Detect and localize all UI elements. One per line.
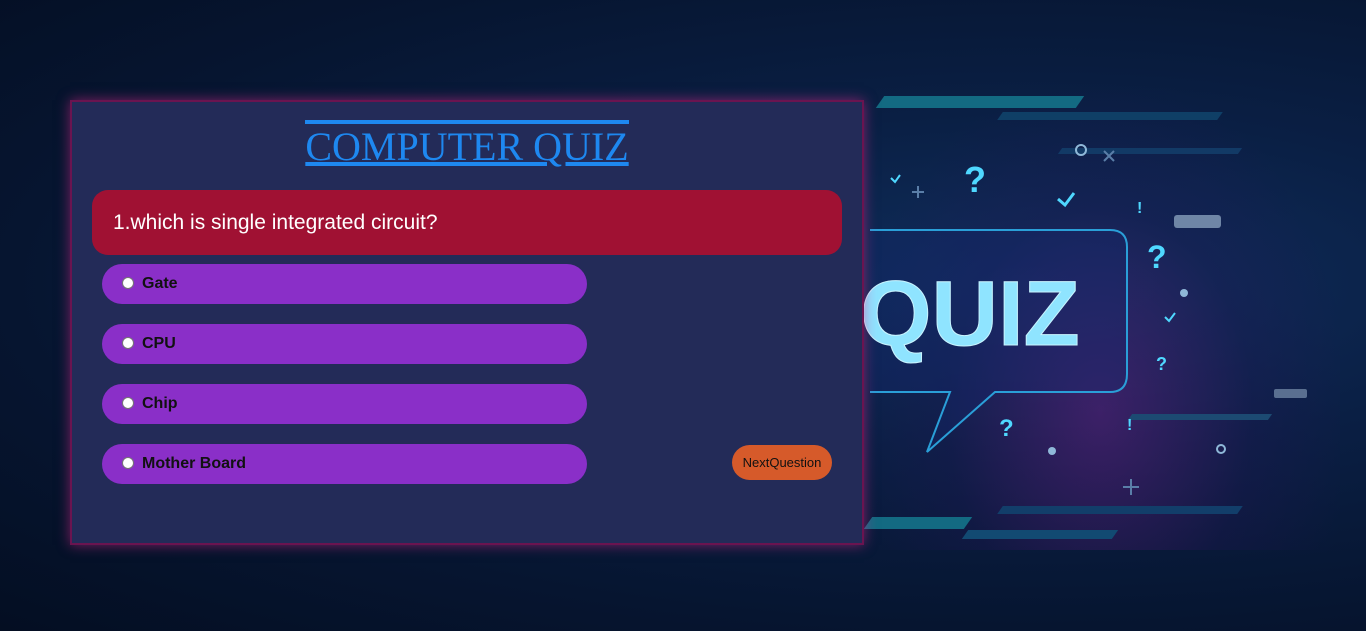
option-label: Chip [142, 395, 178, 412]
option-mother-board[interactable]: Mother Board [102, 444, 587, 484]
check-icon [1057, 192, 1076, 208]
question-mark-icon: ? [999, 415, 1014, 442]
title-wrap: COMPUTER QUIZ [72, 120, 862, 167]
check-icon [890, 174, 901, 184]
question-mark-icon: ? [1156, 354, 1167, 374]
quiz-card: COMPUTER QUIZ 1.which is single integrat… [70, 100, 864, 545]
next-question-button[interactable]: NextQuestion [732, 445, 832, 480]
dot-icon [1180, 289, 1188, 297]
cross-icon [1103, 150, 1115, 162]
plus-icon [912, 186, 924, 198]
option-cpu[interactable]: CPU [102, 324, 587, 364]
option-label: CPU [142, 335, 176, 352]
quiz-word: QUIZ [860, 263, 1080, 365]
plus-icon [1123, 479, 1139, 495]
ring-icon [1075, 144, 1087, 156]
option-gate[interactable]: Gate [102, 264, 587, 304]
option-chip[interactable]: Chip [102, 384, 587, 424]
radio-button[interactable] [122, 277, 134, 289]
exclamation-icon: ! [1137, 200, 1142, 217]
check-icon [1164, 312, 1176, 323]
question-mark-icon: ? [1147, 239, 1167, 275]
radio-button[interactable] [122, 337, 134, 349]
exclamation-icon: ! [1127, 417, 1132, 434]
option-label: Gate [142, 275, 178, 292]
question-mark-icon: ? [964, 159, 986, 200]
dot-icon [1048, 447, 1056, 455]
question-text: 1.which is single integrated circuit? [92, 190, 842, 255]
radio-button[interactable] [122, 457, 134, 469]
radio-button[interactable] [122, 397, 134, 409]
chat-bubble-icon [1174, 215, 1221, 228]
page-title: COMPUTER QUIZ [305, 120, 629, 167]
ring-icon [1216, 444, 1226, 454]
option-label: Mother Board [142, 455, 246, 472]
chat-bubble-icon [1274, 389, 1307, 398]
